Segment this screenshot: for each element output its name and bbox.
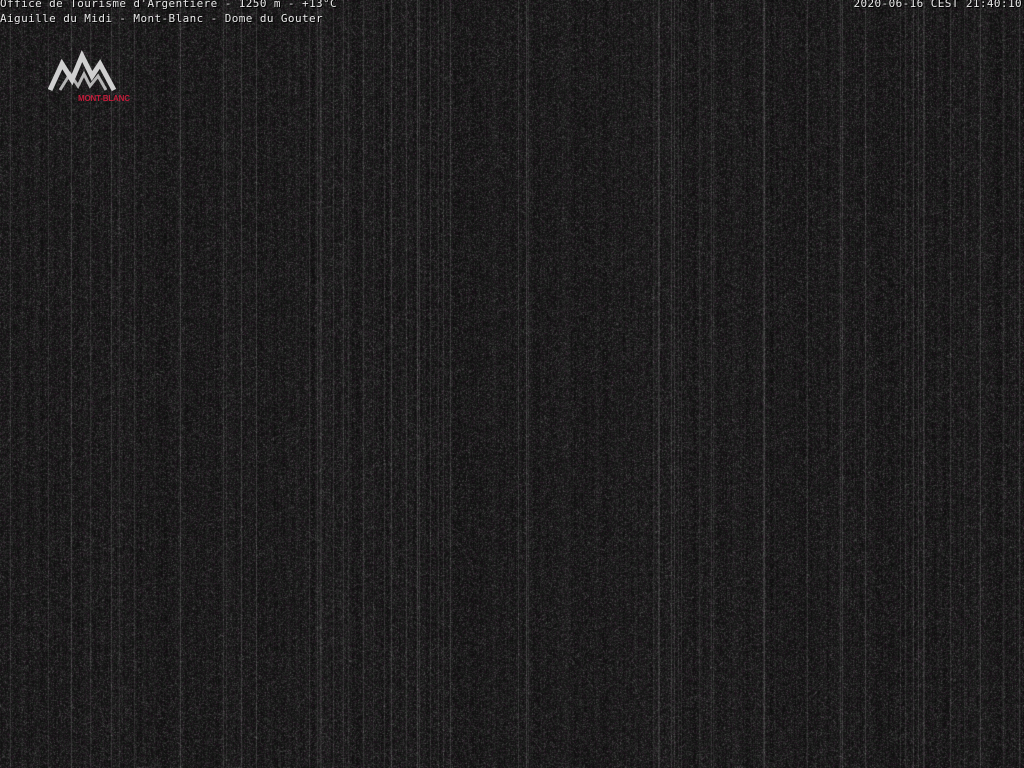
logo-wordmark: MONT-BLANC [78,94,130,103]
webcam-frame: Office de Tourisme d'Argentiere - 1250 m… [0,0,1024,768]
night-sky-noise [0,0,1024,768]
view-caption: Aiguille du Midi - Mont-Blanc - Dome du … [0,12,324,25]
location-caption: Office de Tourisme d'Argentiere - 1250 m… [0,0,338,10]
timestamp: 2020-06-16 CEST 21:40:10 [853,0,1022,10]
